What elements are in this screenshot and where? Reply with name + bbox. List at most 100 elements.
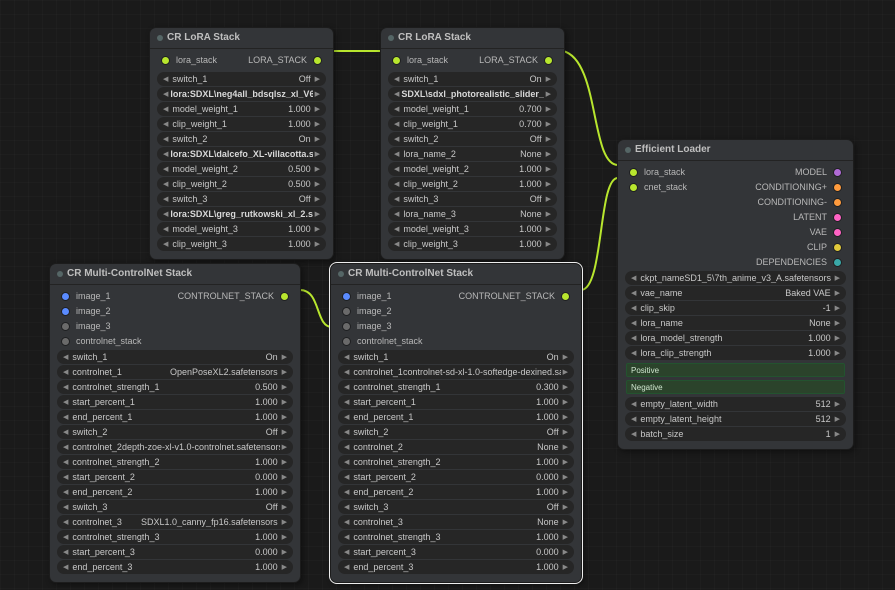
- node-cr-multi-controlnet-stack-1[interactable]: CR Multi-ControlNet Stack image_1 CONTRO…: [49, 263, 301, 583]
- widget-row[interactable]: ◀controlnet_strength_21.000▶: [338, 455, 574, 469]
- chevron-right-icon[interactable]: ▶: [280, 459, 289, 466]
- chevron-right-icon[interactable]: ▶: [313, 76, 322, 83]
- chevron-left-icon[interactable]: ◀: [392, 211, 401, 218]
- chevron-left-icon[interactable]: ◀: [161, 166, 170, 173]
- chevron-right-icon[interactable]: ▶: [544, 181, 553, 188]
- chevron-left-icon[interactable]: ◀: [392, 196, 401, 203]
- chevron-left-icon[interactable]: ◀: [392, 181, 401, 188]
- widget-row[interactable]: ◀controlnet_2None▶: [338, 440, 574, 454]
- widget-row[interactable]: ◀start_percent_30.000▶: [57, 545, 293, 559]
- widget-row[interactable]: ◀model_weight_21.000▶: [388, 162, 557, 176]
- chevron-right-icon[interactable]: ▶: [544, 91, 553, 98]
- chevron-right-icon[interactable]: ▶: [544, 106, 553, 113]
- widget-row[interactable]: ◀controlnet_3SDXL1.0_canny_fp16.safetens…: [57, 515, 293, 529]
- chevron-right-icon[interactable]: ▶: [833, 350, 842, 357]
- chevron-right-icon[interactable]: ▶: [833, 416, 842, 423]
- widget-row[interactable]: ◀model_weight_11.000▶: [157, 102, 326, 116]
- chevron-right-icon[interactable]: ▶: [833, 431, 842, 438]
- output-port[interactable]: [834, 214, 841, 221]
- chevron-left-icon[interactable]: ◀: [342, 504, 351, 511]
- chevron-right-icon[interactable]: ▶: [280, 474, 289, 481]
- output-port[interactable]: [834, 259, 841, 266]
- chevron-right-icon[interactable]: ▶: [313, 106, 322, 113]
- chevron-left-icon[interactable]: ◀: [342, 549, 351, 556]
- chevron-left-icon[interactable]: ◀: [629, 416, 638, 423]
- widget-row[interactable]: ◀switch_2On▶: [157, 132, 326, 146]
- chevron-right-icon[interactable]: ▶: [280, 414, 289, 421]
- chevron-right-icon[interactable]: ▶: [833, 275, 842, 282]
- chevron-left-icon[interactable]: ◀: [629, 350, 638, 357]
- node-title[interactable]: CR Multi-ControlNet Stack: [331, 264, 581, 285]
- output-port[interactable]: [545, 57, 552, 64]
- chevron-left-icon[interactable]: ◀: [61, 369, 70, 376]
- chevron-right-icon[interactable]: ▶: [561, 414, 570, 421]
- chevron-left-icon[interactable]: ◀: [61, 549, 70, 556]
- widget-row[interactable]: ◀controlnet_3None▶: [338, 515, 574, 529]
- chevron-left-icon[interactable]: ◀: [161, 151, 170, 158]
- widget-row[interactable]: ◀end_percent_21.000▶: [338, 485, 574, 499]
- chevron-left-icon[interactable]: ◀: [342, 534, 351, 541]
- input-port[interactable]: [343, 293, 350, 300]
- chevron-left-icon[interactable]: ◀: [342, 474, 351, 481]
- chevron-right-icon[interactable]: ▶: [561, 504, 570, 511]
- widget-row[interactable]: ◀start_percent_11.000▶: [338, 395, 574, 409]
- input-port[interactable]: [62, 293, 69, 300]
- chevron-right-icon[interactable]: ▶: [280, 534, 289, 541]
- chevron-left-icon[interactable]: ◀: [61, 504, 70, 511]
- chevron-right-icon[interactable]: ▶: [280, 549, 289, 556]
- chevron-right-icon[interactable]: ▶: [544, 226, 553, 233]
- widget-row[interactable]: ◀controlnet_1controlnet-sd-xl-1.0-softed…: [338, 365, 574, 379]
- widget-row[interactable]: ◀clip_skip-1▶: [625, 301, 846, 315]
- chevron-left-icon[interactable]: ◀: [161, 106, 170, 113]
- node-cr-lora-stack-2[interactable]: CR LoRA Stack lora_stack LORA_STACK ◀swi…: [380, 27, 565, 260]
- input-port[interactable]: [62, 308, 69, 315]
- widget-row[interactable]: ◀end_percent_11.000▶: [338, 410, 574, 424]
- chevron-right-icon[interactable]: ▶: [280, 399, 289, 406]
- chevron-left-icon[interactable]: ◀: [161, 136, 170, 143]
- chevron-right-icon[interactable]: ▶: [280, 369, 289, 376]
- chevron-left-icon[interactable]: ◀: [392, 106, 401, 113]
- input-port[interactable]: [62, 323, 69, 330]
- widget-row[interactable]: ◀model_weight_20.500▶: [157, 162, 326, 176]
- chevron-left-icon[interactable]: ◀: [61, 564, 70, 571]
- chevron-right-icon[interactable]: ▶: [280, 504, 289, 511]
- widget-row[interactable]: ◀SDXL\sdxl_photorealistic_slider_v1-0.sa…: [388, 87, 557, 101]
- widget-row[interactable]: ◀end_percent_31.000▶: [338, 560, 574, 574]
- input-port[interactable]: [630, 184, 637, 191]
- chevron-right-icon[interactable]: ▶: [561, 429, 570, 436]
- chevron-left-icon[interactable]: ◀: [342, 399, 351, 406]
- chevron-left-icon[interactable]: ◀: [629, 305, 638, 312]
- chevron-right-icon[interactable]: ▶: [561, 534, 570, 541]
- chevron-left-icon[interactable]: ◀: [629, 290, 638, 297]
- chevron-right-icon[interactable]: ▶: [544, 76, 553, 83]
- chevron-right-icon[interactable]: ▶: [280, 354, 289, 361]
- chevron-right-icon[interactable]: ▶: [544, 196, 553, 203]
- widget-row[interactable]: ◀start_percent_11.000▶: [57, 395, 293, 409]
- collapse-icon[interactable]: [57, 271, 63, 277]
- node-cr-multi-controlnet-stack-2[interactable]: CR Multi-ControlNet Stack image_1 CONTRO…: [330, 263, 582, 583]
- chevron-right-icon[interactable]: ▶: [561, 549, 570, 556]
- widget-row[interactable]: ◀controlnet_strength_31.000▶: [338, 530, 574, 544]
- chevron-right-icon[interactable]: ▶: [280, 444, 289, 451]
- widget-row[interactable]: ◀end_percent_11.000▶: [57, 410, 293, 424]
- widget-row[interactable]: ◀lora:SDXL\neg4all_bdsqlsz_xl_V6.safeten…: [157, 87, 326, 101]
- chevron-left-icon[interactable]: ◀: [629, 401, 638, 408]
- chevron-right-icon[interactable]: ▶: [280, 489, 289, 496]
- chevron-right-icon[interactable]: ▶: [280, 564, 289, 571]
- chevron-right-icon[interactable]: ▶: [561, 474, 570, 481]
- chevron-left-icon[interactable]: ◀: [161, 76, 170, 83]
- chevron-left-icon[interactable]: ◀: [61, 519, 70, 526]
- chevron-left-icon[interactable]: ◀: [392, 226, 401, 233]
- chevron-left-icon[interactable]: ◀: [161, 181, 170, 188]
- widget-row[interactable]: ◀lora_model_strength1.000▶: [625, 331, 846, 345]
- widget-row[interactable]: ◀start_percent_20.000▶: [57, 470, 293, 484]
- widget-row[interactable]: ◀end_percent_21.000▶: [57, 485, 293, 499]
- widget-row[interactable]: ◀ckpt_nameSD1_5\7th_anime_v3_A.safetenso…: [625, 271, 846, 285]
- chevron-right-icon[interactable]: ▶: [561, 489, 570, 496]
- output-port[interactable]: [834, 229, 841, 236]
- widget-row[interactable]: ◀switch_2Off▶: [57, 425, 293, 439]
- chevron-right-icon[interactable]: ▶: [544, 211, 553, 218]
- chevron-right-icon[interactable]: ▶: [833, 320, 842, 327]
- chevron-left-icon[interactable]: ◀: [342, 414, 351, 421]
- widget-row[interactable]: ◀model_weight_10.700▶: [388, 102, 557, 116]
